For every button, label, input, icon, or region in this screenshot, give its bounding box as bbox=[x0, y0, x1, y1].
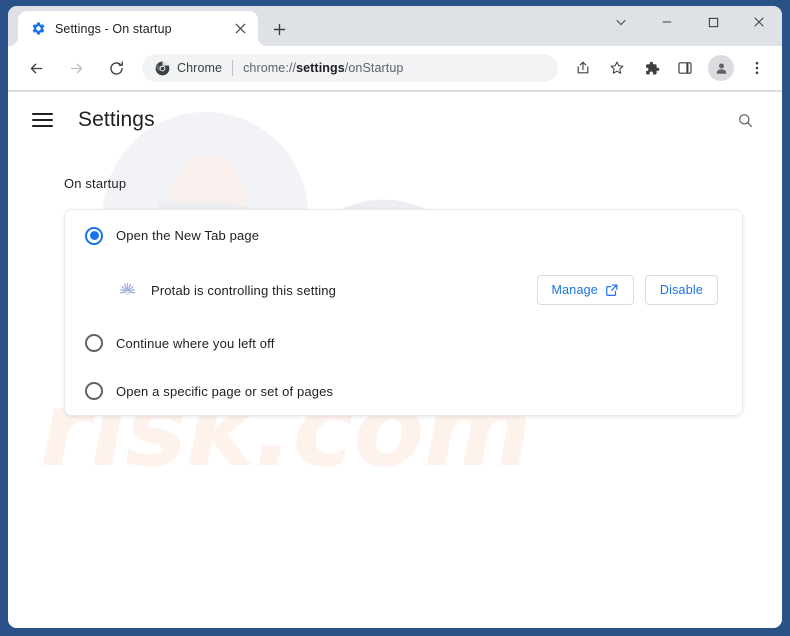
omnibox-brand-label: Chrome bbox=[177, 61, 223, 75]
radio-option-continue-where-left-off[interactable]: Continue where you left off bbox=[65, 319, 742, 367]
radio-button-selected[interactable] bbox=[85, 226, 103, 245]
settings-gear-icon bbox=[30, 21, 46, 37]
settings-page: PC risk.com Settings On startup bbox=[8, 92, 782, 628]
window-close-button[interactable] bbox=[736, 6, 782, 38]
bookmark-star-icon[interactable] bbox=[602, 53, 632, 83]
omnibox-url-host: settings bbox=[296, 61, 345, 75]
omnibox-divider bbox=[232, 60, 234, 76]
forward-icon[interactable] bbox=[60, 52, 92, 84]
extension-controlling-notice: Protab is controlling this setting Manag… bbox=[65, 261, 742, 319]
share-icon[interactable] bbox=[568, 53, 598, 83]
manage-button-label: Manage bbox=[551, 283, 598, 297]
chrome-menu-icon[interactable] bbox=[742, 53, 772, 83]
chevron-down-icon[interactable] bbox=[598, 6, 644, 38]
minimize-button[interactable] bbox=[644, 6, 690, 38]
manage-button[interactable]: Manage bbox=[536, 275, 634, 305]
close-icon[interactable] bbox=[230, 19, 250, 39]
extension-notice-text: Protab is controlling this setting bbox=[151, 282, 337, 298]
maximize-button[interactable] bbox=[690, 6, 736, 38]
tab-strip: Settings - On startup bbox=[8, 6, 782, 46]
window-caption-controls bbox=[598, 6, 782, 46]
menu-icon[interactable] bbox=[32, 107, 58, 133]
back-icon[interactable] bbox=[20, 52, 52, 84]
browser-frame: Settings - On startup Chrome chrome://se… bbox=[0, 0, 790, 636]
address-bar[interactable]: Chrome chrome://settings/onStartup bbox=[142, 54, 558, 82]
on-startup-card: Open the New Tab page Protab is controll… bbox=[64, 209, 743, 416]
radio-option-specific-page[interactable]: Open a specific page or set of pages bbox=[65, 367, 742, 415]
page-title: Settings bbox=[78, 108, 155, 131]
radio-option-label: Open the New Tab page bbox=[116, 228, 260, 243]
external-link-icon bbox=[605, 283, 619, 297]
radio-option-label: Continue where you left off bbox=[116, 335, 275, 351]
browser-tab-title: Settings - On startup bbox=[55, 21, 172, 36]
browser-toolbar: Chrome chrome://settings/onStartup bbox=[8, 46, 782, 91]
disable-button[interactable]: Disable bbox=[644, 275, 718, 305]
disable-button-label: Disable bbox=[659, 283, 703, 297]
radio-option-new-tab-page[interactable]: Open the New Tab page bbox=[65, 210, 742, 261]
omnibox-url: chrome://settings/onStartup bbox=[243, 61, 403, 75]
extensions-puzzle-icon[interactable] bbox=[636, 53, 666, 83]
omnibox-url-prefix: chrome:// bbox=[243, 61, 297, 75]
browser-tab-settings[interactable]: Settings - On startup bbox=[18, 11, 258, 46]
chrome-logo-icon bbox=[154, 60, 170, 76]
browser-window: Settings - On startup Chrome chrome://se… bbox=[8, 6, 782, 628]
radio-button-unselected[interactable] bbox=[85, 334, 103, 352]
profile-avatar[interactable] bbox=[708, 55, 734, 81]
section-label-on-startup: On startup bbox=[64, 176, 127, 191]
new-tab-button[interactable] bbox=[266, 16, 292, 42]
search-icon[interactable] bbox=[730, 105, 760, 135]
omnibox-url-path: /onStartup bbox=[344, 61, 404, 75]
radio-button-unselected[interactable] bbox=[85, 382, 103, 400]
radio-option-label: Open a specific page or set of pages bbox=[116, 383, 334, 399]
protab-sunburst-icon bbox=[116, 279, 138, 301]
settings-header: Settings bbox=[8, 92, 782, 148]
reload-icon[interactable] bbox=[100, 52, 132, 84]
side-panel-icon[interactable] bbox=[670, 53, 700, 83]
